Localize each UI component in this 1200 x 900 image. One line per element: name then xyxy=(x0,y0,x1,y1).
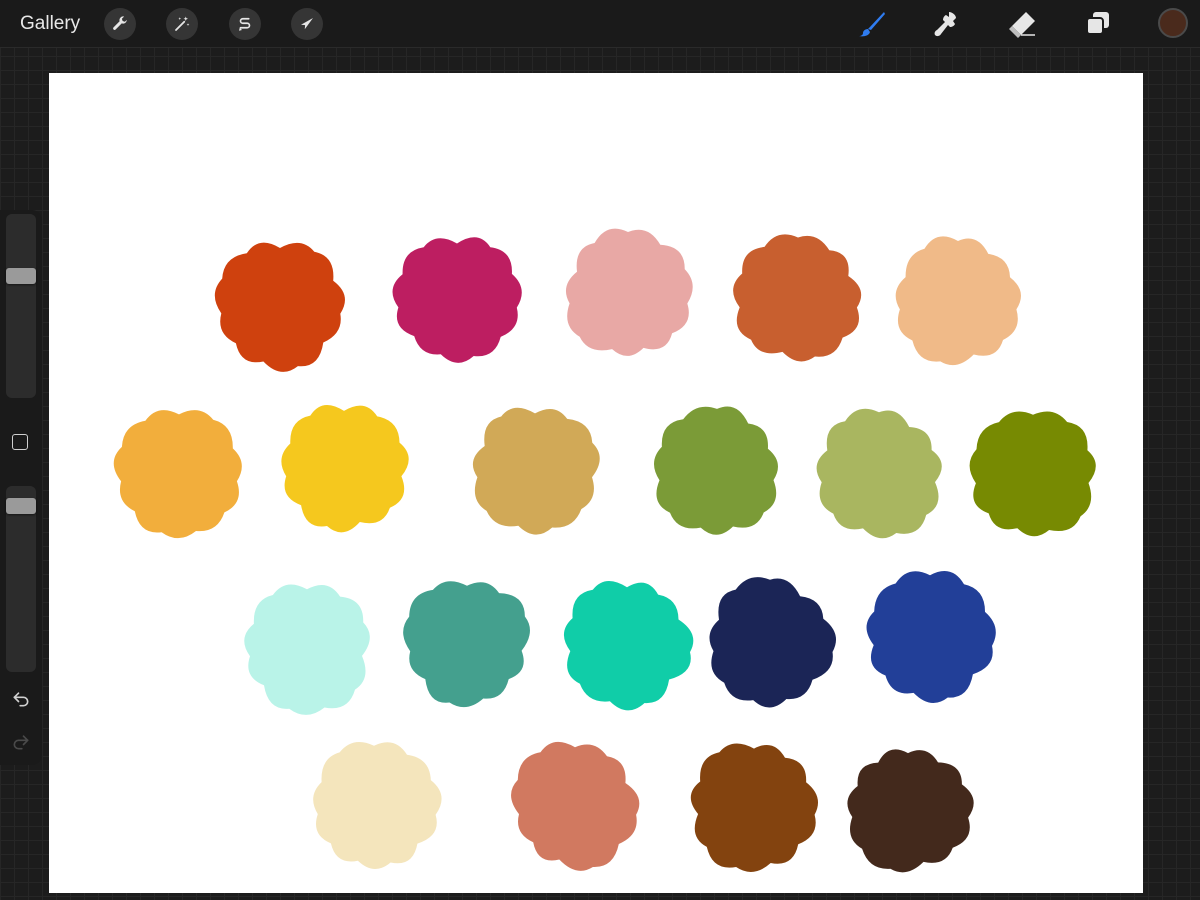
opacity-thumb[interactable] xyxy=(6,498,36,514)
adjustments-wand-icon[interactable] xyxy=(166,8,198,40)
paint-swatch-4 xyxy=(733,234,862,362)
paint-swatch-10 xyxy=(816,408,942,539)
brush-size-thumb[interactable] xyxy=(6,268,36,284)
paint-swatch-11 xyxy=(969,411,1096,537)
procreate-app: Gallery xyxy=(0,0,1200,900)
gallery-button[interactable]: Gallery xyxy=(20,12,80,36)
smudge-icon[interactable] xyxy=(930,8,962,40)
drawing-canvas[interactable] xyxy=(49,73,1143,893)
paint-swatch-17 xyxy=(313,741,442,869)
redo-icon[interactable] xyxy=(10,731,32,753)
transform-arrow-icon[interactable] xyxy=(291,8,323,40)
undo-icon[interactable] xyxy=(10,688,32,710)
brush-size-slider[interactable] xyxy=(6,214,36,398)
actions-wrench-icon[interactable] xyxy=(104,8,136,40)
paint-swatch-15 xyxy=(709,577,837,708)
layers-icon[interactable] xyxy=(1082,8,1114,40)
square-outline-icon[interactable] xyxy=(12,434,28,450)
paint-swatch-14 xyxy=(563,580,694,711)
paint-swatch-13 xyxy=(403,581,530,708)
selection-s-icon[interactable] xyxy=(229,8,261,40)
top-toolbar: Gallery xyxy=(0,0,1200,48)
eraser-icon[interactable] xyxy=(1006,8,1038,40)
paint-swatch-3 xyxy=(565,228,693,356)
paint-swatch-8 xyxy=(472,407,600,535)
paint-swatch-20 xyxy=(847,749,974,873)
paint-swatch-7 xyxy=(281,404,409,533)
paint-swatch-2 xyxy=(392,237,522,363)
swatch-layer xyxy=(113,228,1096,873)
opacity-slider[interactable] xyxy=(6,486,36,672)
paint-swatch-5 xyxy=(895,236,1021,366)
paint-swatch-6 xyxy=(113,410,242,539)
paint-swatch-12 xyxy=(244,584,370,715)
current-color-swatch[interactable] xyxy=(1158,8,1188,38)
paint-swatch-18 xyxy=(511,741,640,871)
paint-swatch-1 xyxy=(214,242,345,372)
left-sidebar xyxy=(0,210,42,765)
brush-icon[interactable] xyxy=(856,8,888,40)
paint-swatch-19 xyxy=(690,743,819,872)
paint-swatch-9 xyxy=(653,406,778,535)
paint-swatch-16 xyxy=(866,570,996,704)
